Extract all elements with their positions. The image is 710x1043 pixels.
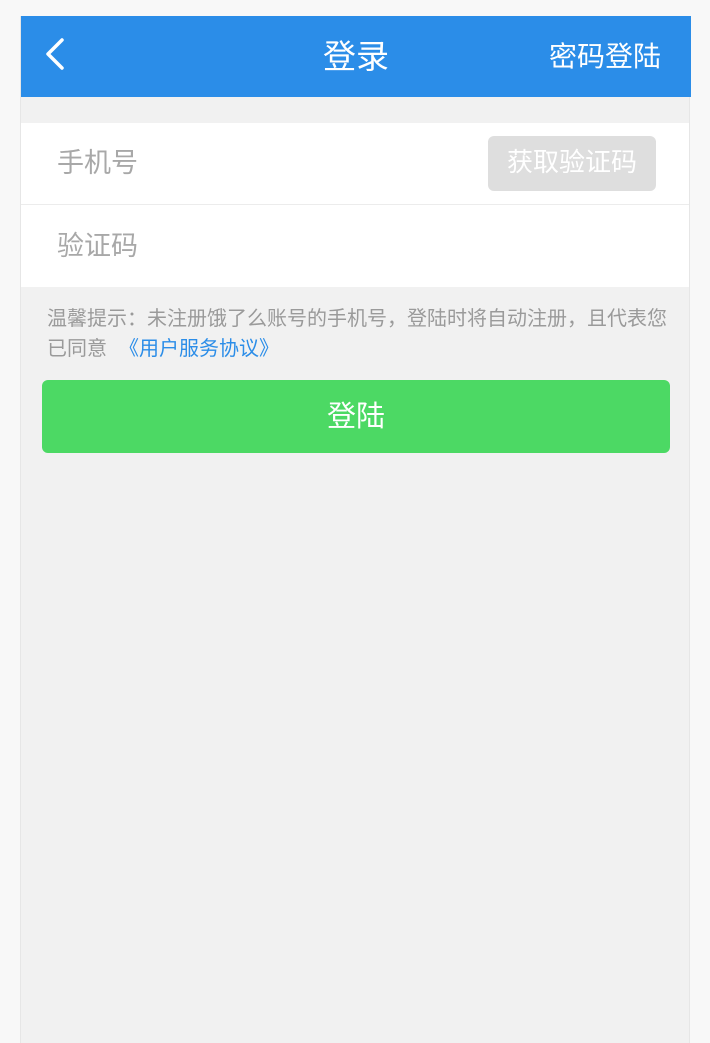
password-login-link[interactable]: 密码登陆 (549, 16, 661, 97)
back-button[interactable] (33, 34, 77, 78)
tip-text-block: 温馨提示：未注册饿了么账号的手机号，登陆时将自动注册，且代表您已同意 《用户服务协… (47, 303, 667, 363)
user-agreement-link[interactable]: 《用户服务协议》 (119, 336, 279, 360)
phone-row: 获取验证码 (21, 123, 689, 204)
app-screen: 登录 密码登陆 获取验证码 温馨提示：未注册饿了么账号的手机号，登陆时将自动注册… (20, 16, 691, 1043)
code-row (21, 204, 689, 287)
phone-input[interactable] (55, 137, 479, 190)
login-button[interactable]: 登陆 (42, 380, 670, 453)
get-code-button[interactable]: 获取验证码 (488, 136, 656, 191)
chevron-left-icon (43, 36, 67, 76)
header-bar: 登录 密码登陆 (21, 16, 691, 97)
login-form: 获取验证码 (21, 123, 689, 287)
verification-code-input[interactable] (55, 220, 479, 272)
